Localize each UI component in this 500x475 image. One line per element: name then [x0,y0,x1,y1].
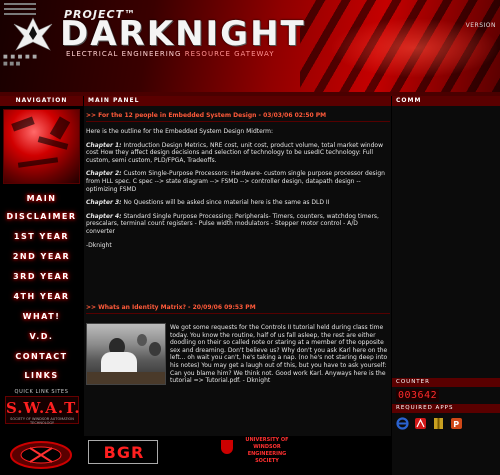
nav-link-1st-year[interactable]: 1ST YEAR [0,232,83,241]
swat-banner[interactable]: S.W.A.T. SOCIETY OF WINDSOR AUTOMATION T… [5,396,81,425]
post-title[interactable]: >> For the 12 people in Embedded System … [86,112,390,122]
darknight-emblem-icon [13,17,53,51]
main-panel: >> For the 12 people in Embedded System … [84,106,391,436]
main-panel-heading: MAIN PANEL [84,96,391,106]
quick-links-title: QUICK LINK SITES [14,389,69,395]
site-header: ■ ■ ■ ■ ■ ■ ■ ■ PROJECT™ DARKNIGHT ELECT… [0,0,500,92]
post-signature: . - Dknight [238,377,271,385]
nav-link-contact[interactable]: CONTACT [0,352,83,361]
nav-link-what[interactable]: WHAT! [0,312,83,321]
winzip-icon[interactable] [432,417,445,430]
nav-link-vd[interactable]: V.D. [0,332,83,341]
chapter-label: Chapter 4: [86,212,122,220]
post-body-text: We got some requests for the Controls II… [170,324,388,385]
internet-explorer-icon[interactable] [396,417,409,430]
small-brand-line-2: ■ ■ ■ [3,61,21,67]
nav-link-4th-year[interactable]: 4TH YEAR [0,292,83,301]
brand-name: DARKNIGHT [60,14,306,54]
nav-link-main[interactable]: MAIN [0,194,83,203]
chapter-text: Introduction Design Metrics, NRE cost, u… [86,141,383,164]
post-body: We got some requests for the Controls II… [170,324,389,385]
nav-header-image [3,109,80,184]
navigation-sidebar: MAIN DISCLAIMER 1ST YEAR 2ND YEAR 3RD YE… [0,106,83,475]
uwes-crest-icon [221,440,233,454]
nav-link-links[interactable]: LINKS [0,371,83,380]
tagline-main: ELECTRICAL ENGINEERING [66,50,182,58]
post-intro: Here is the outline for the Embedded Sys… [86,128,274,135]
brand-tagline: ELECTRICAL ENGINEERING RESOURCE GATEWAY [66,50,275,58]
post-body: Here is the outline for the Embedded Sys… [86,128,388,249]
acrobat-reader-icon[interactable] [414,417,427,430]
chapter-1: Chapter 1: Introduction Design Metrics, … [86,142,388,165]
footer-banners: BGR UNIVERSITY OF WINDSOR ENGINEERING SO… [84,436,391,475]
comm-sidebar: COUNTER 003642 REQUIRED APPS P [392,106,500,475]
chapter-2: Chapter 2: Custom Single-Purpose Process… [86,170,388,193]
tagline-dim: RESOURCE GATEWAY [184,50,275,58]
nav-link-3rd-year[interactable]: 3RD YEAR [0,272,83,281]
chapter-text: Custom Single-Purpose Processors: Hardwa… [86,170,385,193]
version-label: VERSION [465,22,496,29]
bgr-label: BGR [103,443,145,462]
post-title[interactable]: >> Whats an Identity Matrix? - 20/09/06 … [86,304,390,314]
bgr-banner[interactable]: BGR [88,440,158,464]
classroom-photo [86,323,166,385]
club-emblem-icon[interactable] [0,436,83,475]
small-brand-line: ■ ■ ■ ■ ■ [3,54,38,60]
comm-heading: COMM [392,96,500,106]
swat-title: S.W.A.T. [6,399,81,417]
svg-text:P: P [453,420,459,429]
nav-link-disclaimer[interactable]: DISCLAIMER [0,212,83,221]
powerpoint-icon[interactable]: P [450,417,463,430]
chapter-text: Standard Single Purpose Processing: Peri… [86,212,379,235]
chapter-label: Chapter 2: [86,170,122,178]
visitor-counter: 003642 [396,389,440,402]
uwes-text: UNIVERSITY OF WINDSOR ENGINEERING SOCIET… [245,437,289,464]
chapter-label: Chapter 3: [86,199,122,207]
chapter-label: Chapter 1: [86,141,122,149]
uwes-banner[interactable]: UNIVERSITY OF WINDSOR ENGINEERING SOCIET… [219,436,339,475]
swat-subtitle: SOCIETY OF WINDSOR AUTOMATION TECHNOLOGY [10,417,74,425]
counter-heading: COUNTER [392,378,500,387]
post-signature: -Dknight [86,241,112,249]
tutorial-pdf-link[interactable]: Tutorial.pdf [206,377,239,384]
chapter-3: Chapter 3: No Questions will be asked si… [86,199,388,207]
required-apps-heading: REQUIRED APPS [392,404,500,413]
chapter-text: No Questions will be asked since materia… [123,199,330,207]
navigation-heading: NAVIGATION [0,96,83,106]
nav-link-2nd-year[interactable]: 2ND YEAR [0,252,83,261]
chapter-4: Chapter 4: Standard Single Purpose Proce… [86,213,388,236]
